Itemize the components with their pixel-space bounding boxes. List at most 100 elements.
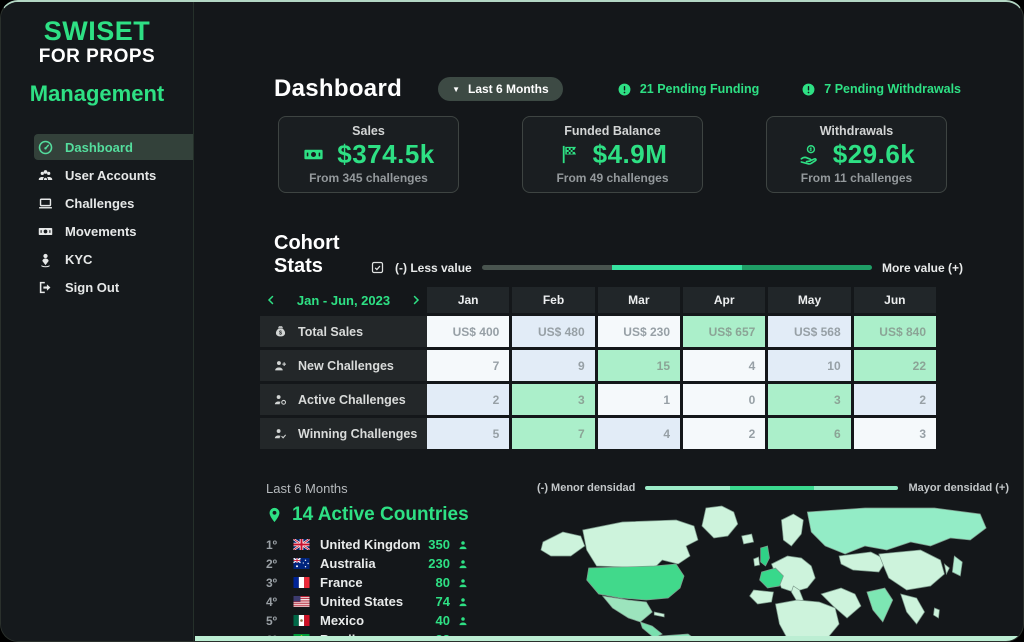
person-active-icon	[273, 392, 288, 407]
sidebar-item-label: KYC	[65, 252, 92, 267]
country-row-france[interactable]: 3ºFrance80	[266, 573, 469, 592]
cohort-cell[interactable]: 2	[683, 418, 765, 449]
cohort-cell[interactable]: 0	[683, 384, 765, 415]
page-title: Dashboard	[274, 75, 402, 103]
cohort-cell[interactable]: US$ 400	[427, 316, 509, 347]
country-user-count: 74	[436, 594, 450, 609]
cohort-cell[interactable]: 4	[598, 418, 680, 449]
cohort-cell[interactable]: 2	[854, 384, 936, 415]
brand-management: Management	[1, 81, 193, 107]
cohort-column-apr: Apr	[683, 287, 765, 313]
cohort-cell[interactable]: 2	[427, 384, 509, 415]
person-check-icon	[273, 426, 288, 441]
au-flag-icon	[293, 558, 310, 569]
checkbox-checked-icon[interactable]	[370, 260, 385, 275]
bottom-strip	[195, 636, 1023, 641]
cohort-cell[interactable]: 6	[768, 418, 850, 449]
country-row-mexico[interactable]: 5ºMexico40	[266, 611, 469, 630]
sidebar-item-sign-out[interactable]: Sign Out	[34, 274, 193, 300]
cohort-cell[interactable]: 3	[512, 384, 594, 415]
brand-swiset: SWISET	[1, 16, 193, 46]
app-window: SWISET FOR PROPS Management DashboardUse…	[0, 0, 1024, 642]
checkered-flag-icon	[558, 143, 581, 166]
alert-21-pending-funding[interactable]: 21 Pending Funding	[617, 82, 759, 97]
map-region-russia	[807, 508, 986, 554]
sidebar-item-label: Sign Out	[65, 280, 119, 295]
cohort-cell[interactable]: US$ 568	[768, 316, 850, 347]
sign-out-icon	[37, 279, 54, 296]
cohort-row-active-challenges[interactable]: Active Challenges	[260, 384, 427, 415]
map-region-scandinavia	[781, 514, 803, 546]
cohort-cell[interactable]: 1	[598, 384, 680, 415]
svg-text:$: $	[279, 331, 282, 337]
country-rank: 1º	[266, 538, 293, 552]
gauge-icon	[37, 139, 54, 156]
country-rank: 4º	[266, 595, 293, 609]
map-legend-more: Mayor densidad (+)	[908, 482, 1009, 494]
period-dropdown[interactable]: ▼ Last 6 Months	[438, 77, 563, 101]
world-map-panel: (-) Menor densidad Mayor densidad (+)	[537, 476, 1009, 642]
country-row-united-kingdom[interactable]: 1ºUnited Kingdom350	[266, 535, 469, 554]
cohort-cell[interactable]: 4	[683, 350, 765, 381]
cohort-cell[interactable]: 22	[854, 350, 936, 381]
map-region-philippines	[933, 608, 939, 618]
gb-flag-icon	[293, 539, 310, 550]
map-region-china	[879, 550, 945, 590]
legend-more-label: More value (+)	[882, 261, 963, 275]
cohort-column-jun: Jun	[854, 287, 936, 313]
world-map[interactable]	[537, 502, 1009, 642]
chevron-right-icon[interactable]	[410, 294, 422, 306]
sidebar-item-label: Challenges	[65, 196, 134, 211]
map-region-ireland	[754, 557, 760, 566]
density-scale-bar	[645, 486, 898, 490]
cohort-cell[interactable]: 7	[427, 350, 509, 381]
sidebar: SWISET FOR PROPS Management DashboardUse…	[1, 2, 194, 641]
sidebar-item-challenges[interactable]: Challenges	[34, 190, 193, 216]
caret-down-icon: ▼	[452, 85, 460, 94]
cohort-cell[interactable]: US$ 480	[512, 316, 594, 347]
cohort-table: JanFebMarAprMayJunUS$ 400US$ 480US$ 230U…	[427, 287, 936, 452]
location-pin-icon	[266, 505, 283, 525]
cohort-row-winning-challenges[interactable]: Winning Challenges	[260, 418, 427, 449]
sidebar-item-kyc[interactable]: KYC	[34, 246, 193, 272]
sidebar-item-user-accounts[interactable]: User Accounts	[34, 162, 193, 188]
cohort-header: Cohort Stats (-) Less value More value (…	[260, 232, 963, 278]
main-content: Dashboard ▼ Last 6 Months 21 Pending Fun…	[195, 2, 1023, 641]
cohort-cell[interactable]: US$ 230	[598, 316, 680, 347]
cohort-cell[interactable]: 9	[512, 350, 594, 381]
cohort-cell[interactable]: 3	[768, 384, 850, 415]
user-count-icon	[457, 615, 469, 627]
country-row-united-states[interactable]: 4º United States74	[266, 592, 469, 611]
map-region-canada	[583, 520, 698, 568]
stat-card-label: Funded Balance	[564, 124, 661, 138]
cohort-cell[interactable]: 15	[598, 350, 680, 381]
cohort-cell[interactable]: US$ 840	[854, 316, 936, 347]
cohort-cell[interactable]: US$ 657	[683, 316, 765, 347]
cohort-section: Cohort Stats (-) Less value More value (…	[260, 232, 963, 452]
active-countries-heading: 14 Active Countries	[266, 504, 537, 526]
map-region-india	[867, 588, 893, 622]
country-name: United States	[320, 594, 436, 609]
map-region-southeast-asia	[901, 594, 925, 624]
stat-card-label: Withdrawals	[820, 124, 894, 138]
cohort-cell[interactable]: 7	[512, 418, 594, 449]
cohort-column-jan: Jan	[427, 287, 509, 313]
sidebar-item-movements[interactable]: Movements	[34, 218, 193, 244]
map-density-legend: (-) Menor densidad Mayor densidad (+)	[537, 482, 1009, 494]
bottom-section: Last 6 Months 14 Active Countries 1ºUnit…	[266, 476, 1009, 642]
cohort-cell[interactable]: 5	[427, 418, 509, 449]
cohort-column-may: May	[768, 287, 850, 313]
cohort-row-total-sales[interactable]: $Total Sales	[260, 316, 427, 347]
chevron-left-icon[interactable]	[265, 294, 277, 306]
pending-alerts: 21 Pending Funding 7 Pending Withdrawals	[617, 82, 961, 97]
map-legend-less: (-) Menor densidad	[537, 482, 635, 494]
stat-card-subtext: From 11 challenges	[801, 171, 912, 185]
alert-7-pending-withdrawals[interactable]: 7 Pending Withdrawals	[801, 82, 961, 97]
cohort-row-new-challenges[interactable]: New Challenges	[260, 350, 427, 381]
sidebar-item-dashboard[interactable]: Dashboard	[34, 134, 193, 160]
country-row-australia[interactable]: 2ºAustralia230	[266, 554, 469, 573]
country-name: France	[320, 575, 436, 590]
cohort-cell[interactable]: 10	[768, 350, 850, 381]
cohort-cell[interactable]: 3	[854, 418, 936, 449]
user-count-icon	[457, 596, 469, 608]
